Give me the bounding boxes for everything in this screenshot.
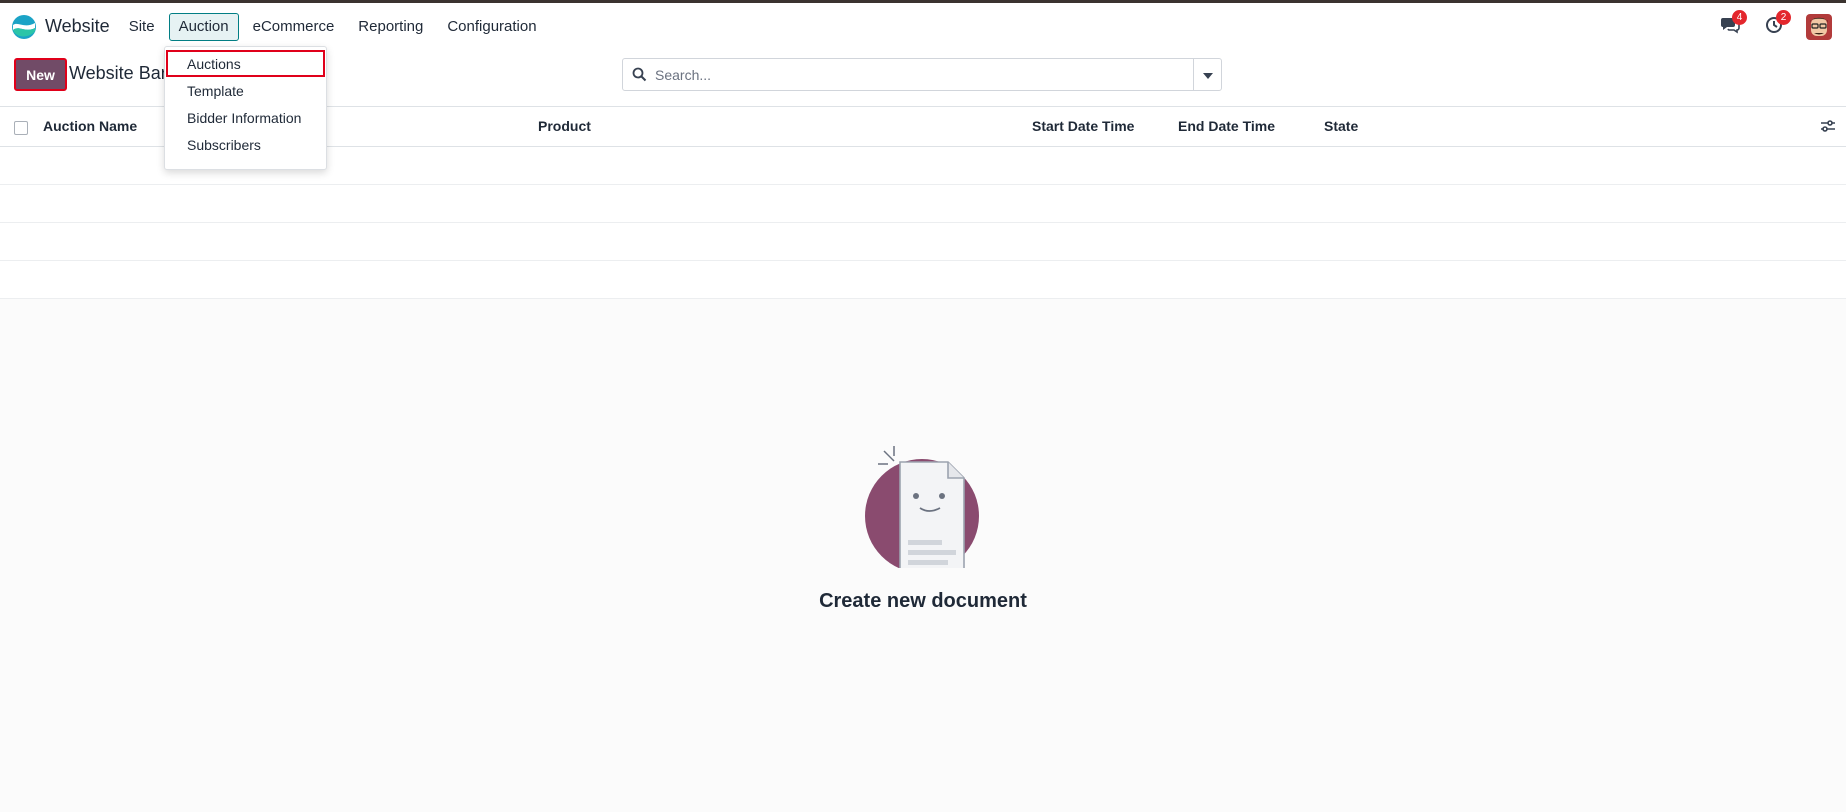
menu-auction[interactable]: Auction bbox=[168, 12, 239, 41]
activities-badge: 2 bbox=[1776, 9, 1791, 25]
breadcrumb: Website Bargain bbox=[69, 63, 179, 83]
activities-button[interactable]: 2 bbox=[1762, 9, 1791, 39]
app-brand[interactable]: Website bbox=[11, 7, 110, 47]
auction-dropdown-menu: Auctions Template Bidder Information Sub… bbox=[164, 46, 327, 170]
dropdown-item-auctions[interactable]: Auctions bbox=[166, 50, 325, 77]
empty-row bbox=[0, 185, 1846, 223]
smiling-document-icon bbox=[862, 446, 984, 573]
column-start-date-time[interactable]: Start Date Time bbox=[1032, 118, 1134, 134]
dropdown-item-subscribers[interactable]: Subscribers bbox=[165, 131, 326, 158]
column-state[interactable]: State bbox=[1324, 118, 1358, 134]
empty-row bbox=[0, 223, 1846, 261]
messages-button[interactable]: 4 bbox=[1718, 9, 1747, 39]
main-navbar: Website Site Auction eCommerce Reporting… bbox=[0, 3, 1846, 50]
menu-site[interactable]: Site bbox=[119, 13, 165, 41]
search-input[interactable] bbox=[655, 59, 1193, 90]
column-product[interactable]: Product bbox=[538, 118, 591, 134]
new-button[interactable]: New bbox=[14, 58, 67, 91]
user-avatar[interactable] bbox=[1806, 13, 1832, 40]
app-name: Website bbox=[45, 16, 110, 36]
empty-state-title: Create new document bbox=[819, 590, 1027, 612]
menu-ecommerce[interactable]: eCommerce bbox=[243, 13, 345, 41]
menu-configuration[interactable]: Configuration bbox=[437, 13, 546, 41]
optional-columns-icon[interactable] bbox=[1820, 119, 1836, 137]
search-bar bbox=[622, 58, 1222, 91]
select-all-checkbox[interactable] bbox=[14, 121, 28, 135]
search-options-toggle[interactable] bbox=[1193, 59, 1221, 90]
messages-badge: 4 bbox=[1732, 9, 1747, 25]
systray: 4 2 bbox=[1718, 3, 1846, 50]
caret-down-icon bbox=[1202, 66, 1213, 83]
empty-row bbox=[0, 261, 1846, 299]
search-icon bbox=[623, 67, 655, 82]
empty-state-helper: Create new document bbox=[0, 300, 1846, 812]
column-end-date-time[interactable]: End Date Time bbox=[1178, 118, 1275, 134]
dropdown-item-bidder-information[interactable]: Bidder Information bbox=[165, 104, 326, 131]
website-logo-icon bbox=[11, 14, 37, 40]
dropdown-item-template[interactable]: Template bbox=[165, 77, 326, 104]
column-auction-name[interactable]: Auction Name bbox=[43, 118, 137, 134]
menu-reporting[interactable]: Reporting bbox=[348, 13, 433, 41]
top-menu: Site Auction eCommerce Reporting Configu… bbox=[119, 12, 551, 41]
